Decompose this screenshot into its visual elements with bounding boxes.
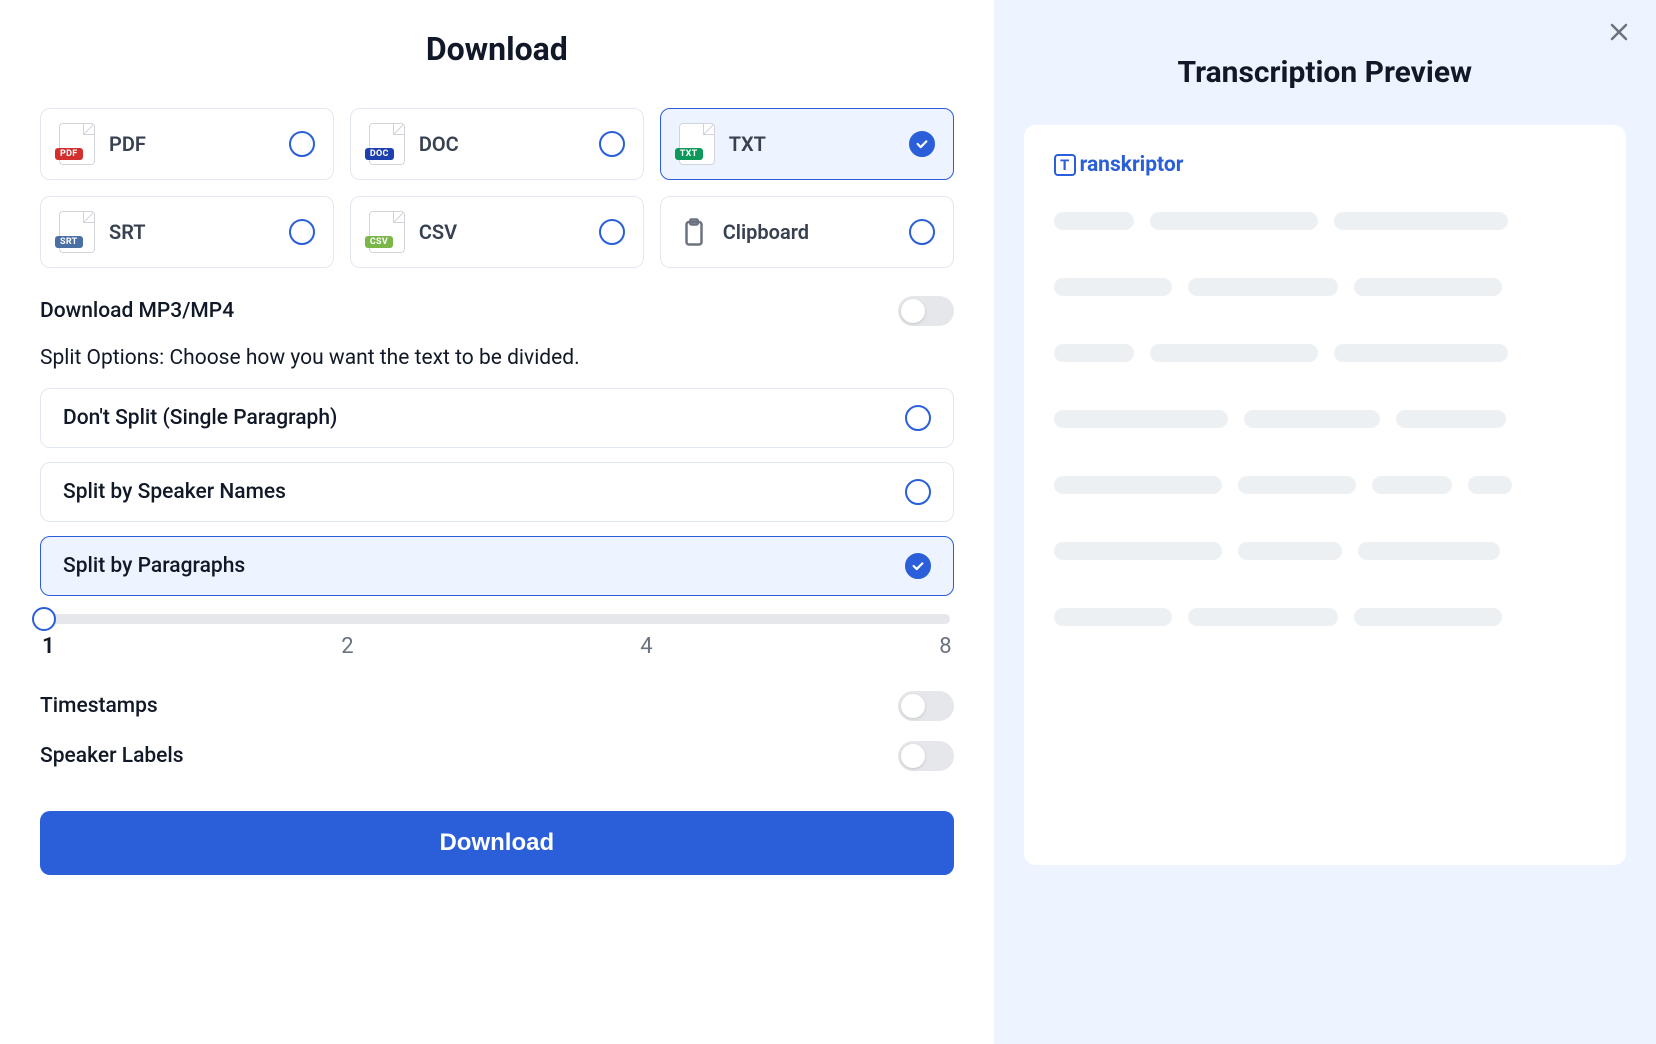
radio-unchecked-icon <box>599 219 625 245</box>
radio-checked-icon <box>909 131 935 157</box>
format-option-pdf[interactable]: PDF PDF <box>40 108 334 180</box>
format-option-clipboard[interactable]: Clipboard <box>660 196 954 268</box>
page-title: Download <box>40 30 954 68</box>
split-options-heading: Split Options: Choose how you want the t… <box>40 346 954 370</box>
file-icon-pdf: PDF <box>59 123 95 165</box>
format-option-csv[interactable]: CSV CSV <box>350 196 644 268</box>
format-label: DOC <box>419 132 585 156</box>
split-option-label: Split by Speaker Names <box>63 480 286 504</box>
radio-unchecked-icon <box>599 131 625 157</box>
slider-tick: 4 <box>640 634 652 659</box>
radio-unchecked-icon <box>905 479 931 505</box>
format-label: Clipboard <box>723 220 895 244</box>
format-label: PDF <box>109 132 275 156</box>
split-options-list: Don't Split (Single Paragraph) Split by … <box>40 388 954 596</box>
file-icon-srt: SRT <box>59 211 95 253</box>
radio-unchecked-icon <box>289 131 315 157</box>
close-button[interactable] <box>1607 20 1631 44</box>
file-icon-csv: CSV <box>369 211 405 253</box>
split-option-label: Split by Paragraphs <box>63 554 245 578</box>
download-media-toggle[interactable] <box>898 296 954 326</box>
speaker-labels-row: Speaker Labels <box>40 741 954 771</box>
slider-tick-labels: 1 2 4 8 <box>40 634 954 659</box>
radio-checked-icon <box>905 553 931 579</box>
preview-title: Transcription Preview <box>1024 55 1626 90</box>
radio-unchecked-icon <box>905 405 931 431</box>
clipboard-icon <box>679 213 709 251</box>
download-media-row: Download MP3/MP4 <box>40 296 954 326</box>
slider-tick: 1 <box>42 634 55 659</box>
file-icon-txt: TXT <box>679 123 715 165</box>
slider-thumb[interactable] <box>32 607 56 631</box>
split-option-paragraphs[interactable]: Split by Paragraphs <box>40 536 954 596</box>
transkriptor-logo: Transkriptor <box>1054 153 1596 177</box>
format-label: CSV <box>419 220 585 244</box>
radio-unchecked-icon <box>909 219 935 245</box>
speaker-labels-toggle[interactable] <box>898 741 954 771</box>
format-option-doc[interactable]: DOC DOC <box>350 108 644 180</box>
download-media-label: Download MP3/MP4 <box>40 299 234 323</box>
split-option-speaker-names[interactable]: Split by Speaker Names <box>40 462 954 522</box>
timestamps-toggle[interactable] <box>898 691 954 721</box>
paragraph-count-slider[interactable] <box>44 614 950 624</box>
format-option-srt[interactable]: SRT SRT <box>40 196 334 268</box>
format-label: TXT <box>729 132 895 156</box>
timestamps-label: Timestamps <box>40 694 158 718</box>
speaker-labels-label: Speaker Labels <box>40 744 184 768</box>
slider-tick: 8 <box>939 634 951 659</box>
download-button[interactable]: Download <box>40 811 954 875</box>
file-icon-doc: DOC <box>369 123 405 165</box>
logo-icon: T <box>1054 154 1076 176</box>
slider-tick: 2 <box>341 634 353 659</box>
split-option-label: Don't Split (Single Paragraph) <box>63 406 337 430</box>
radio-unchecked-icon <box>289 219 315 245</box>
timestamps-row: Timestamps <box>40 691 954 721</box>
format-option-txt[interactable]: TXT TXT <box>660 108 954 180</box>
format-grid: PDF PDF DOC DOC TXT TXT <box>40 108 954 268</box>
format-label: SRT <box>109 220 275 244</box>
preview-card: Transkriptor <box>1024 125 1626 865</box>
split-option-dont-split[interactable]: Don't Split (Single Paragraph) <box>40 388 954 448</box>
